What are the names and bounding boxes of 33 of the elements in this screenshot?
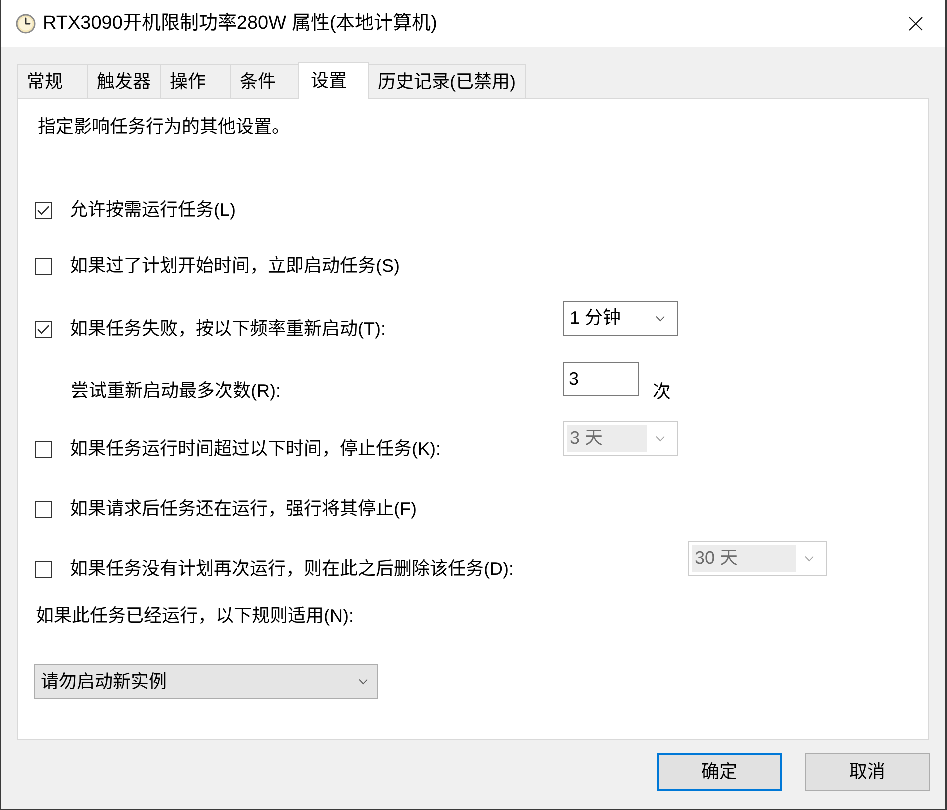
tab[interactable]: 设置 bbox=[298, 62, 369, 99]
chevron-down-icon bbox=[656, 316, 665, 322]
dropdown[interactable]: 请勿启动新实例 bbox=[34, 664, 378, 699]
tab[interactable]: 常规 bbox=[17, 64, 88, 98]
chevron-down-icon bbox=[359, 678, 368, 684]
field-label: 尝试重新启动最多次数(R): bbox=[70, 380, 281, 403]
clock-icon bbox=[16, 14, 36, 34]
number-field[interactable]: 3 bbox=[563, 362, 639, 396]
dropdown[interactable]: 1 分钟 bbox=[563, 301, 678, 336]
ok-button[interactable]: 确定 bbox=[657, 753, 782, 791]
tab[interactable]: 历史记录(已禁用) bbox=[368, 64, 526, 98]
check-icon bbox=[37, 324, 50, 334]
checkbox[interactable] bbox=[35, 500, 52, 518]
checkbox[interactable] bbox=[35, 258, 52, 274]
close-icon bbox=[909, 16, 923, 30]
chevron-down-icon bbox=[805, 556, 814, 562]
chevron-down-icon bbox=[656, 436, 665, 442]
checkbox[interactable] bbox=[35, 560, 52, 578]
checkbox[interactable] bbox=[35, 440, 52, 458]
check-icon bbox=[37, 204, 50, 216]
checkbox[interactable] bbox=[35, 320, 52, 338]
checkbox-label: 如果任务失败，按以下频率重新启动(T): bbox=[70, 318, 386, 341]
description-text: 指定影响任务行为的其他设置。 bbox=[38, 116, 291, 139]
checkbox-label: 如果请求后任务还在运行，强行将其停止(F) bbox=[70, 498, 417, 521]
window-title: RTX3090开机限制功率280W 属性(本地计算机) bbox=[43, 12, 438, 36]
checkbox[interactable] bbox=[35, 202, 52, 218]
checkbox-label: 如果任务没有计划再次运行，则在此之后删除该任务(D): bbox=[70, 558, 514, 581]
cancel-button[interactable]: 取消 bbox=[805, 753, 930, 791]
checkbox-label: 允许按需运行任务(L) bbox=[70, 199, 236, 222]
unit-label: 次 bbox=[653, 381, 671, 404]
checkbox-label: 如果过了计划开始时间，立即启动任务(S) bbox=[70, 255, 400, 278]
rule-label: 如果此任务已经运行，以下规则适用(N): bbox=[35, 605, 354, 628]
checkbox-label: 如果任务运行时间超过以下时间，停止任务(K): bbox=[70, 438, 441, 461]
